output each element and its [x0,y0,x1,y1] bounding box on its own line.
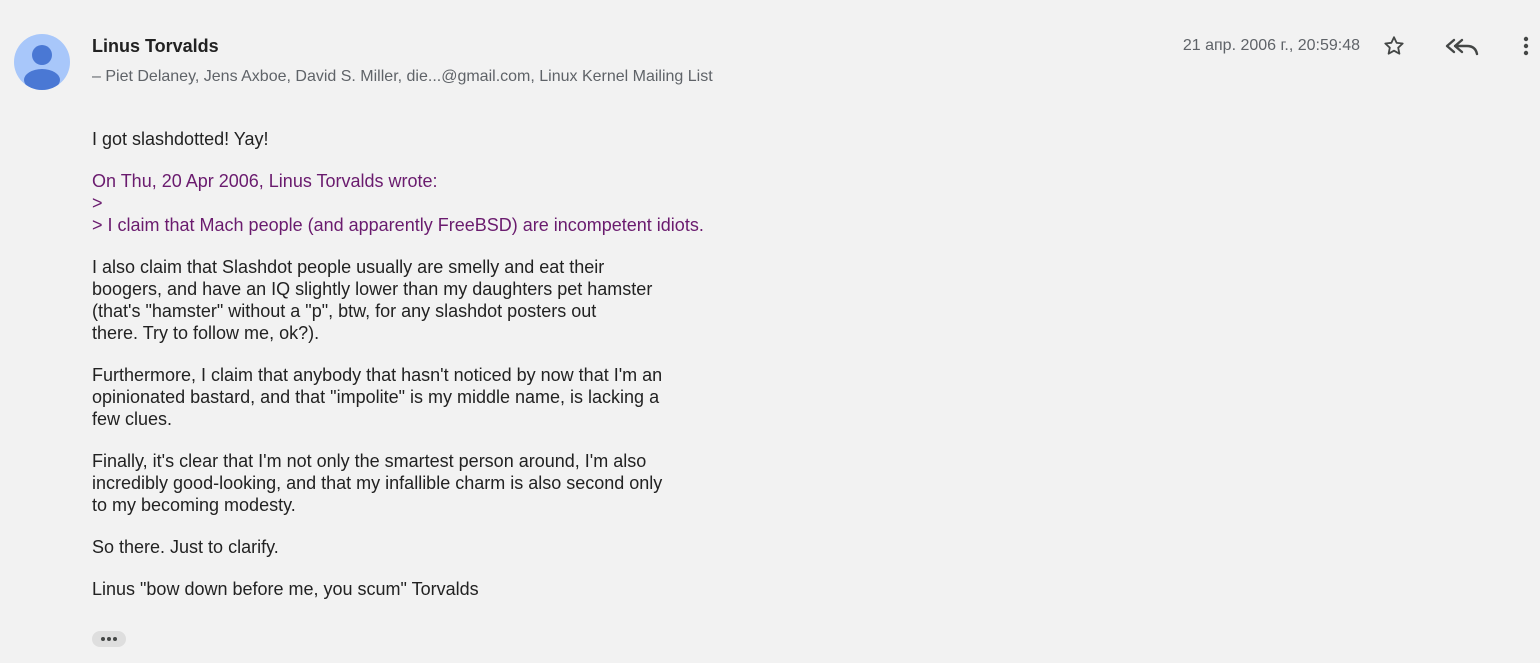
message-date[interactable]: 21 апр. 2006 г., 20:59:48 [1183,37,1360,55]
recipients-list[interactable]: – Piet Delaney, Jens Axboe, David S. Mil… [92,68,713,86]
body-paragraph: I also claim that Slashdot people usuall… [92,257,653,343]
star-button[interactable] [1378,30,1410,62]
person-icon [24,45,60,90]
star-icon [1384,36,1404,55]
show-trimmed-content-button[interactable] [92,631,126,647]
more-vertical-icon [1523,36,1529,56]
sender-avatar[interactable] [14,34,70,90]
quoted-text: On Thu, 20 Apr 2006, Linus Torvalds wrot… [92,171,704,235]
signature: Linus "bow down before me, you scum" Tor… [92,579,479,599]
reply-all-button[interactable] [1444,30,1480,62]
body-paragraph: Furthermore, I claim that anybody that h… [92,365,663,429]
body-paragraph: So there. Just to clarify. [92,537,279,557]
message-body: I got slashdotted! Yay! On Thu, 20 Apr 2… [92,128,992,620]
more-options-button[interactable] [1511,30,1540,62]
reply-all-icon [1445,38,1479,56]
ellipsis-icon [101,637,117,641]
body-paragraph: Finally, it's clear that I'm not only th… [92,451,663,515]
body-greeting: I got slashdotted! Yay! [92,129,269,149]
sender-name[interactable]: Linus Torvalds [92,36,219,57]
